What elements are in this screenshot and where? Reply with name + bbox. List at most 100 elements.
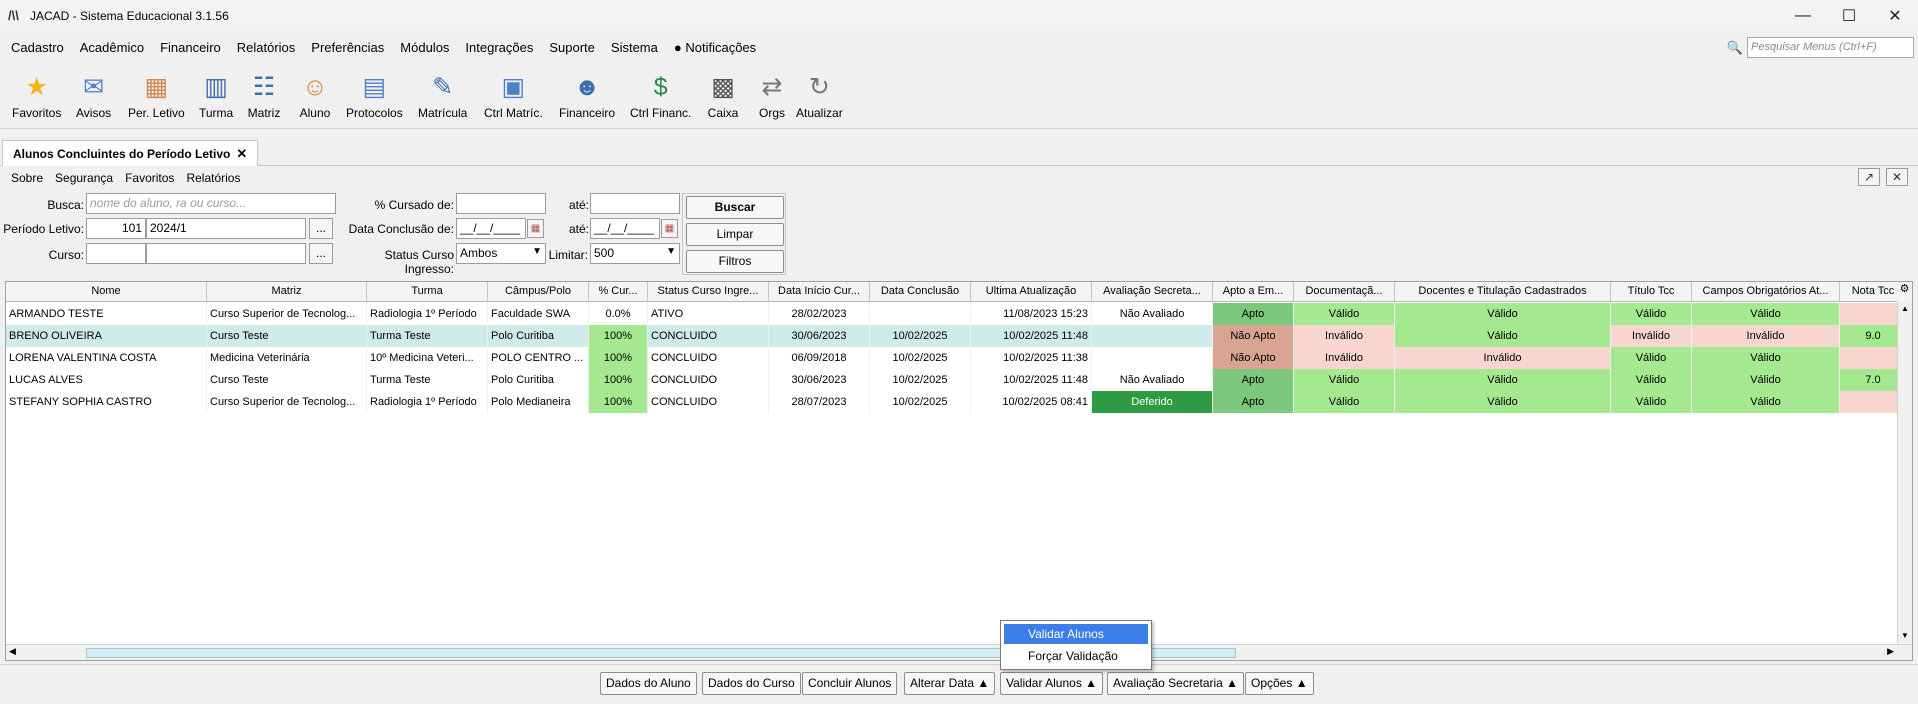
- close-screen-icon[interactable]: ✕: [1886, 168, 1908, 186]
- action-button-op-es[interactable]: Opções ▲: [1245, 672, 1314, 695]
- toolbar-per-letivo-button[interactable]: ▦ Per. Letivo: [128, 63, 185, 120]
- toolbar-ctrl-financ-button[interactable]: $ Ctrl Financ.: [630, 63, 691, 121]
- toolbar-aluno-button[interactable]: ☺ Aluno: [298, 63, 332, 121]
- status-ingresso-select[interactable]: Ambos ▼: [456, 243, 546, 264]
- limitar-select[interactable]: 500 ▼: [590, 243, 680, 264]
- column-header[interactable]: % Cur...: [589, 282, 648, 302]
- submenu-seguranca[interactable]: Segurança: [49, 168, 119, 188]
- table-row[interactable]: STEFANY SOPHIA CASTRO Curso Superior de T…: [6, 391, 1907, 413]
- menu-modulos[interactable]: Módulos: [392, 35, 457, 61]
- scroll-right-icon[interactable]: ▶: [1887, 646, 1894, 657]
- toolbar-financeiro-button[interactable]: ☻ Financeiro: [559, 63, 615, 121]
- action-button-dados-do-aluno[interactable]: Dados do Aluno: [600, 672, 697, 695]
- table-row[interactable]: ARMANDO TESTE Curso Superior de Tecnolog.…: [6, 303, 1907, 325]
- table-row[interactable]: LUCAS ALVES Curso Teste Turma Teste Polo Cu…: [6, 369, 1907, 391]
- popup-validar-alunos[interactable]: Validar Alunos: [1004, 624, 1148, 644]
- scroll-down-icon[interactable]: ▼: [1898, 629, 1912, 643]
- scroll-left-icon[interactable]: ◀: [9, 646, 16, 657]
- curso-lookup-button[interactable]: ...: [309, 243, 333, 264]
- toolbar-protocolos-button[interactable]: ▤ Protocolos: [346, 63, 403, 120]
- periodo-lookup-button[interactable]: ...: [309, 218, 333, 239]
- toolbar-avisos-button[interactable]: ✉ Avisos: [76, 63, 111, 120]
- menu-relatorios[interactable]: Relatórios: [229, 35, 304, 61]
- cursado-ate-label: até:: [568, 198, 589, 212]
- action-button-alterar-data[interactable]: Alterar Data ▲: [904, 672, 996, 695]
- action-button-concluir-alunos[interactable]: Concluir Alunos: [802, 672, 898, 695]
- table-cell: Curso Teste: [207, 369, 367, 391]
- column-header[interactable]: Documentaçã...: [1294, 282, 1395, 302]
- submenu-relatorios[interactable]: Relatórios: [180, 168, 246, 188]
- conclusao-ate-input[interactable]: __/__/____: [590, 218, 660, 239]
- menu-notificacoes[interactable]: ● Notificações: [666, 35, 764, 61]
- column-header[interactable]: Câmpus/Polo: [488, 282, 589, 302]
- toolbar-atualizar-button[interactable]: ↻ Atualizar: [796, 63, 843, 120]
- tab-alunos-concluintes[interactable]: Alunos Concluintes do Período Letivo ✕: [2, 140, 259, 166]
- buscar-button[interactable]: Buscar: [686, 196, 784, 219]
- cursado-ate-input[interactable]: [590, 193, 680, 214]
- table-cell: [870, 303, 971, 325]
- columns-settings-icon[interactable]: ⚙: [1897, 282, 1912, 302]
- horizontal-scrollbar[interactable]: ◀ ▶: [6, 644, 1912, 660]
- column-header[interactable]: Turma: [367, 282, 488, 302]
- busca-input[interactable]: nome do aluno, ra ou curso...: [86, 193, 336, 214]
- filtros-button[interactable]: Filtros: [686, 250, 784, 273]
- toolbar-turma-button[interactable]: ▥ Turma: [199, 63, 233, 120]
- toolbar-matriz-button[interactable]: ☷ Matriz: [247, 63, 281, 120]
- menu-financeiro[interactable]: Financeiro: [152, 35, 229, 61]
- close-window-icon[interactable]: ✕: [1872, 0, 1918, 31]
- conclusao-de-input[interactable]: __/__/____: [456, 218, 526, 239]
- action-button-validar-alunos[interactable]: Validar Alunos ▲: [1000, 672, 1104, 695]
- periodo-code-input[interactable]: 101: [86, 218, 146, 239]
- maximize-icon[interactable]: ☐: [1826, 0, 1872, 31]
- action-button-avalia-o-secretaria[interactable]: Avaliação Secretaria ▲: [1107, 672, 1245, 695]
- minimize-icon[interactable]: —: [1780, 0, 1826, 31]
- limpar-button[interactable]: Limpar: [686, 223, 784, 246]
- column-header[interactable]: Ultima Atualização: [971, 282, 1092, 302]
- table-row[interactable]: LORENA VALENTINA COSTA Medicina Veterinár…: [6, 347, 1907, 369]
- toolbar-favoritos-button[interactable]: ★ Favoritos: [12, 63, 61, 120]
- table-cell: Polo Medianeira: [488, 391, 589, 413]
- column-header[interactable]: Avaliação Secreta...: [1092, 282, 1213, 302]
- submenu-favoritos[interactable]: Favoritos: [119, 168, 180, 188]
- column-header[interactable]: Campos Obrigatórios At...: [1692, 282, 1840, 302]
- column-header[interactable]: Apto a Em...: [1213, 282, 1294, 302]
- calendar-ate-icon[interactable]: ▦: [661, 219, 678, 238]
- column-header[interactable]: Data Início Cur...: [769, 282, 870, 302]
- external-window-icon[interactable]: ↗: [1858, 168, 1880, 186]
- menu-preferencias[interactable]: Preferências: [303, 35, 392, 61]
- curso-code-input[interactable]: [86, 243, 146, 264]
- column-header[interactable]: Título Tcc: [1611, 282, 1692, 302]
- column-header[interactable]: Matriz: [207, 282, 367, 302]
- periodo-value-input[interactable]: 2024/1: [146, 218, 306, 239]
- calendar-de-icon[interactable]: ▦: [527, 219, 544, 238]
- action-button-dados-do-curso[interactable]: Dados do Curso: [702, 672, 801, 695]
- column-header[interactable]: Status Curso Ingre...: [648, 282, 769, 302]
- menu-academico[interactable]: Acadêmico: [72, 35, 152, 61]
- toolbar-matr-cula-button[interactable]: ✎ Matrícula: [418, 63, 467, 120]
- table-cell: CONCLUIDO: [648, 369, 769, 391]
- column-header[interactable]: Data Conclusão: [870, 282, 971, 302]
- toolbar-orgs-button[interactable]: ⇄ Orgs: [755, 63, 789, 120]
- curso-label: Curso:: [48, 248, 84, 262]
- toolbar-caixa-button[interactable]: ▩ Caixa: [706, 63, 740, 120]
- column-header[interactable]: Nome: [6, 282, 207, 302]
- table-cell: Faculdade SWA: [488, 303, 589, 325]
- menu-integracoes[interactable]: Integrações: [457, 35, 541, 61]
- table-cell: Curso Teste: [207, 325, 367, 347]
- table-cell: 100%: [589, 391, 648, 413]
- menu-sistema[interactable]: Sistema: [603, 35, 666, 61]
- submenu-sobre[interactable]: Sobre: [0, 168, 49, 188]
- column-header[interactable]: Docentes e Titulação Cadastrados: [1395, 282, 1611, 302]
- menu-cadastro[interactable]: Cadastro: [0, 35, 72, 61]
- menu-suporte[interactable]: Suporte: [541, 35, 603, 61]
- curso-value-input[interactable]: [146, 243, 306, 264]
- table-row[interactable]: BRENO OLIVEIRA Curso Teste Turma Teste Polo…: [6, 325, 1907, 347]
- cursado-de-input[interactable]: [456, 193, 546, 214]
- menu-search-input[interactable]: Pesquisar Menus (Ctrl+F): [1747, 37, 1914, 58]
- scroll-up-icon[interactable]: ▲: [1898, 302, 1912, 316]
- toolbar-ctrl-matr-c-button[interactable]: ▣ Ctrl Matríc.: [484, 63, 543, 120]
- close-tab-icon[interactable]: ✕: [236, 146, 247, 161]
- popup-forcar-validacao[interactable]: Forçar Validação: [1004, 646, 1148, 666]
- filter-buttons: Buscar Limpar Filtros: [682, 193, 786, 275]
- vertical-scrollbar[interactable]: ▲ ▼: [1897, 302, 1912, 643]
